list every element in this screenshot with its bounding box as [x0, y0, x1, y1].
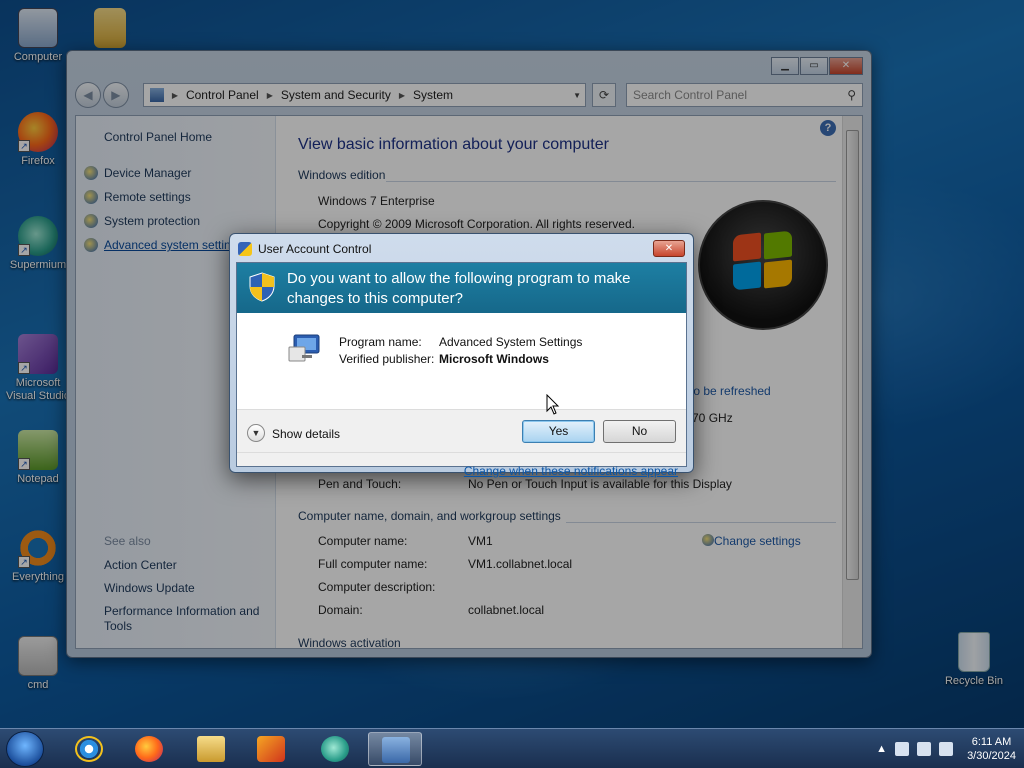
uac-header: Do you want to allow the following progr… [237, 263, 686, 313]
show-details-toggle[interactable]: Show details [272, 427, 340, 441]
control-panel-icon [382, 737, 410, 763]
taskbar-internet-explorer[interactable] [62, 732, 116, 766]
uac-titlebar: User Account Control ✕ [238, 240, 685, 258]
taskbar-control-panel[interactable] [368, 732, 422, 766]
uac-shield-icon [238, 242, 252, 256]
internet-explorer-icon [75, 736, 103, 762]
system-tray: ▲ 6:11 AM 3/30/2024 [876, 729, 1016, 768]
uac-question: Do you want to allow the following progr… [287, 270, 631, 307]
media-player-icon [257, 736, 285, 762]
mouse-cursor-icon [546, 394, 560, 415]
network-icon[interactable] [917, 742, 932, 756]
show-hidden-icons-icon[interactable]: ▲ [876, 743, 887, 755]
taskbar: ▲ 6:11 AM 3/30/2024 [0, 728, 1024, 768]
uac-shield-icon [249, 272, 275, 302]
publisher-value: Microsoft Windows [439, 352, 549, 366]
clock[interactable]: 6:11 AM 3/30/2024 [967, 735, 1016, 763]
taskbar-firefox[interactable] [122, 732, 176, 766]
clock-time: 6:11 AM [971, 736, 1012, 748]
uac-footer: ▼ Show details Yes No Change when these … [237, 409, 686, 478]
start-button[interactable] [6, 731, 44, 767]
taskbar-supermium[interactable] [308, 732, 362, 766]
publisher-label: Verified publisher: [339, 352, 435, 366]
yes-button[interactable]: Yes [522, 420, 595, 443]
uac-content: Do you want to allow the following progr… [236, 262, 687, 478]
close-button[interactable]: ✕ [653, 240, 685, 257]
uac-title: User Account Control [258, 242, 372, 256]
taskbar-media-player[interactable] [244, 732, 298, 766]
clock-date: 3/30/2024 [967, 750, 1016, 762]
uac-dialog: User Account Control ✕ Do you want to al… [229, 233, 694, 478]
firefox-icon [135, 736, 163, 762]
program-name-label: Program name: [339, 335, 422, 349]
program-name-value: Advanced System Settings [439, 335, 583, 349]
chevron-down-icon[interactable]: ▼ [247, 424, 265, 442]
system-settings-icon [288, 334, 320, 362]
flag-icon[interactable] [895, 742, 910, 756]
taskbar-file-explorer[interactable] [184, 732, 238, 766]
change-notifications-link[interactable]: Change when these notifications appear [464, 464, 678, 478]
no-button[interactable]: No [603, 420, 676, 443]
file-explorer-icon [197, 736, 225, 762]
volume-icon[interactable] [939, 742, 954, 756]
supermium-icon [321, 736, 349, 762]
footer-divider [237, 452, 686, 453]
